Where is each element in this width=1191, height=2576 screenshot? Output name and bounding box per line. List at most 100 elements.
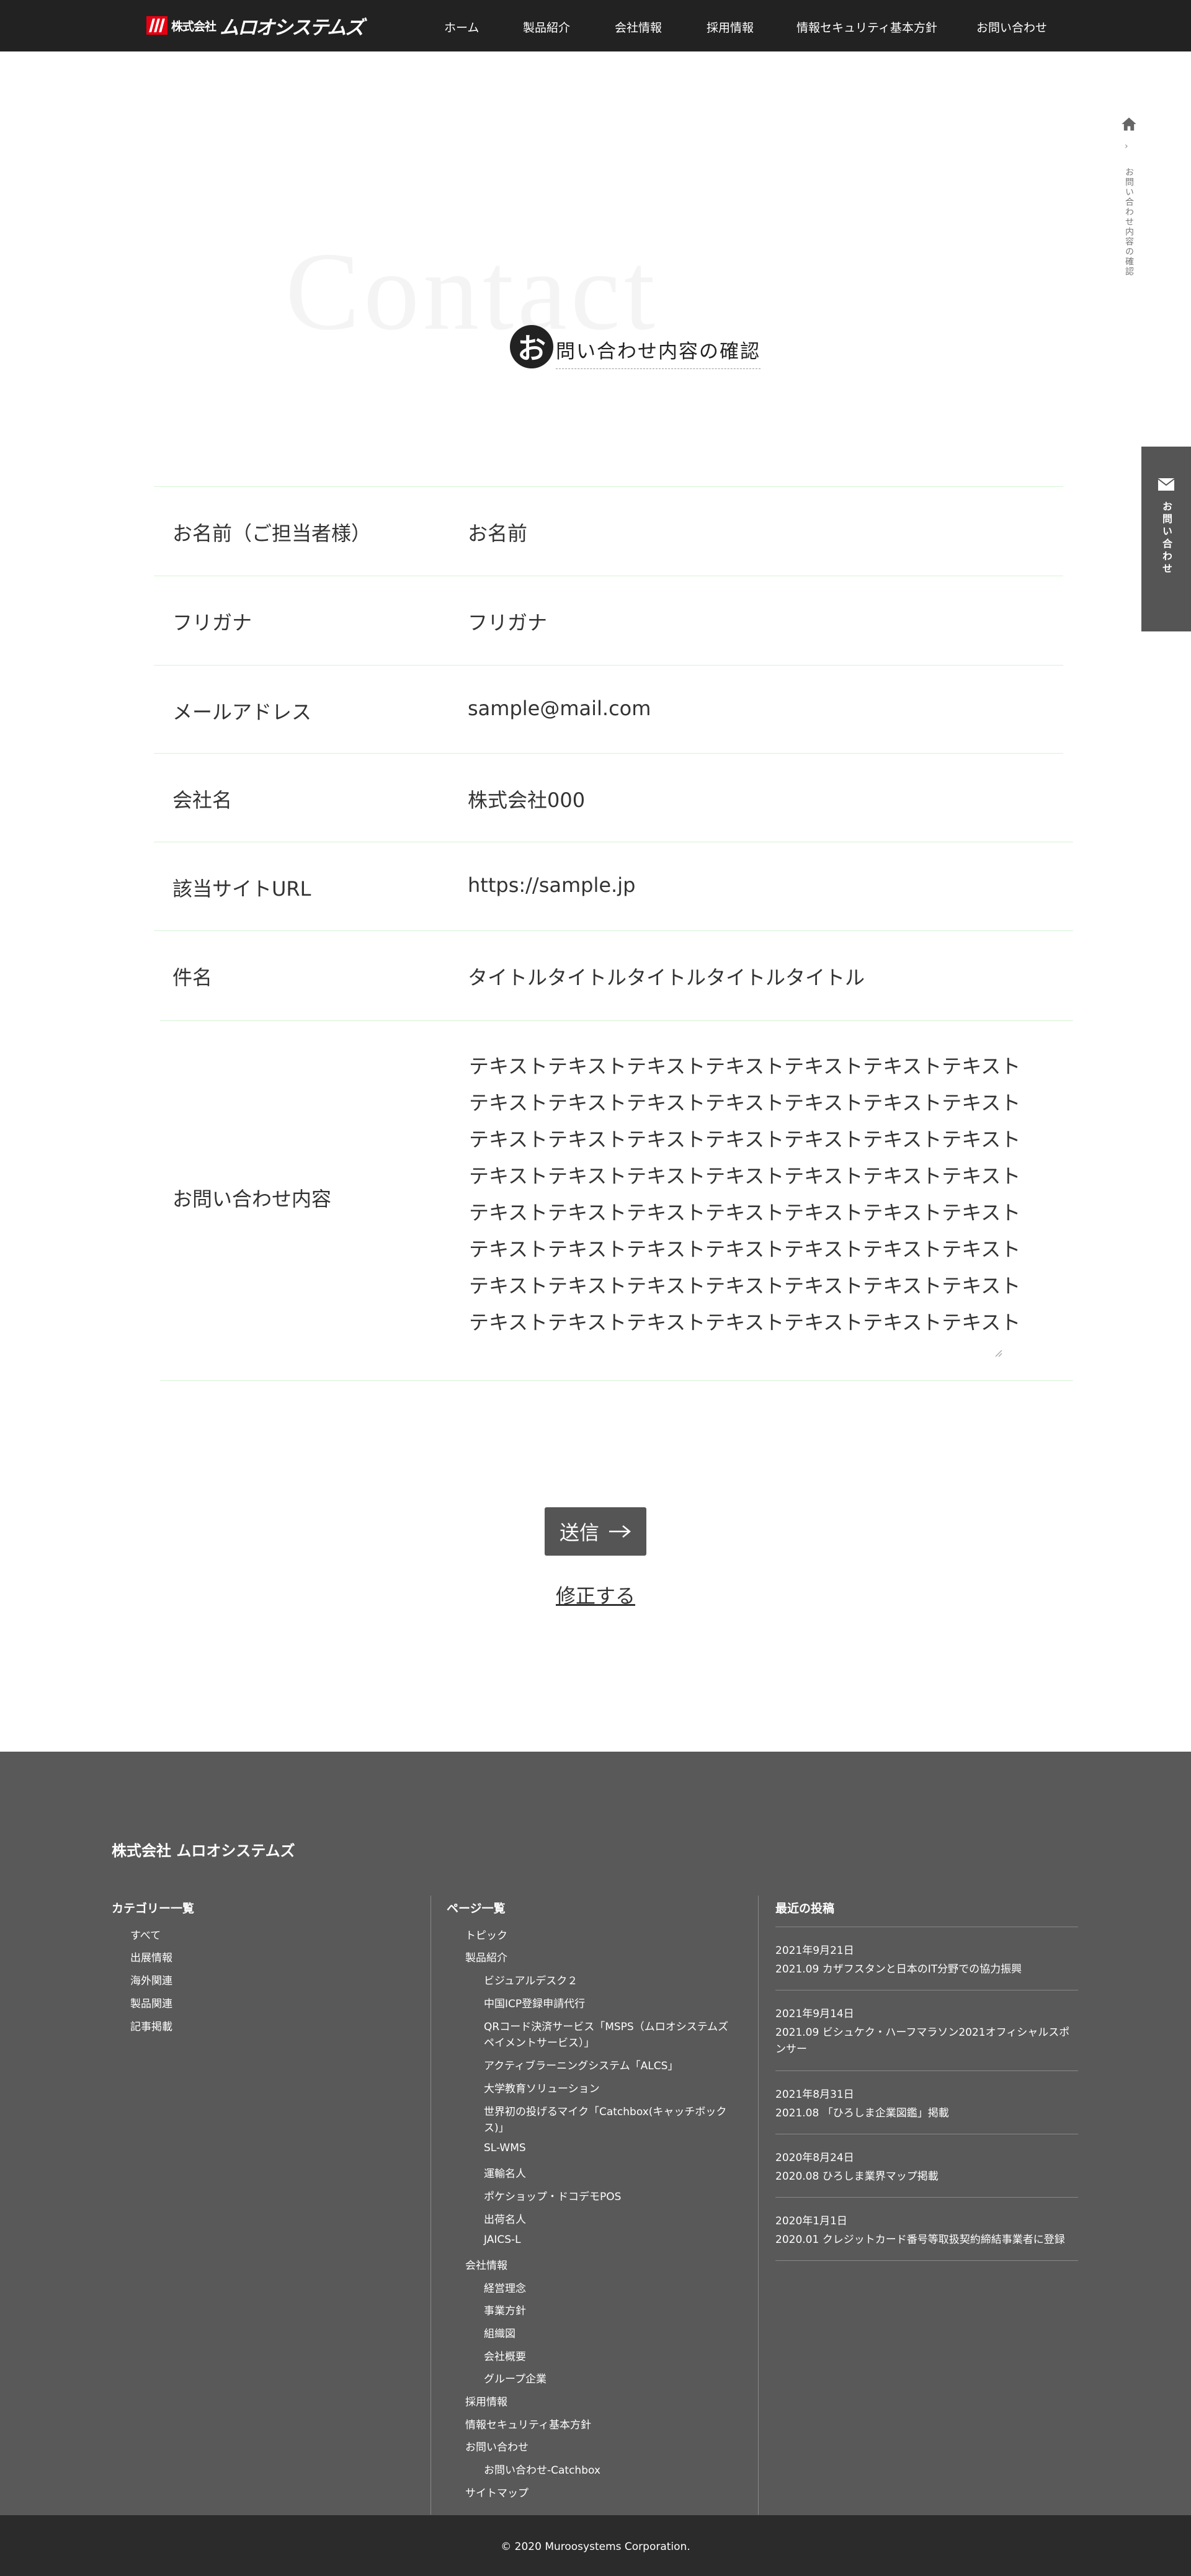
nav-company[interactable]: 会社情報 — [615, 19, 662, 35]
footer-page-link[interactable]: ビジュアルデスク２ — [484, 1972, 578, 1987]
message-line: テキストテキストテキストテキストテキストテキストテキスト — [469, 1164, 1021, 1188]
breadcrumb-separator: › — [1125, 141, 1128, 151]
form-row-email: メールアドレス sample@mail.com — [154, 665, 1063, 753]
post-date: 2021年8月31日 — [775, 2088, 854, 2101]
row-value: 株式会社000 — [468, 788, 586, 812]
footer-page-link[interactable]: 組織図 — [484, 2325, 515, 2340]
row-label: フリガナ — [172, 611, 252, 635]
row-label: メールアドレス — [172, 700, 312, 724]
footer-page-link[interactable]: 大学教育ソリューション — [484, 2080, 600, 2095]
form-row-name: お名前（ご担当者様） お名前 — [154, 486, 1063, 576]
footer-page-link[interactable]: ポケショップ・ドコデモPOS — [484, 2188, 621, 2203]
row-value: タイトルタイトルタイトルタイトルタイトル — [468, 966, 865, 989]
post-title-link[interactable]: 2021.09 カザフスタンと日本のIT分野での協力振興 — [775, 1961, 1078, 1978]
footer-category-link[interactable]: 記事掲載 — [130, 2018, 172, 2033]
footer-page-link[interactable]: SL-WMS — [484, 2142, 526, 2154]
global-nav: ホーム 製品紹介 会社情報 採用情報 情報セキュリティ基本方針 お問い合わせ — [0, 0, 1191, 51]
title-circle-char: お — [510, 325, 553, 368]
message-line: テキストテキストテキストテキストテキストテキストテキスト — [469, 1237, 1021, 1261]
mail-icon — [1158, 478, 1175, 491]
arrow-right-icon — [609, 1525, 631, 1538]
footer-page-link[interactable]: サイトマップ — [465, 2484, 529, 2500]
footer-page-link[interactable]: QRコード決済サービス「MSPS（ムロオシステムズ — [484, 2018, 728, 2033]
copyright-text: © 2020 Muroosystems Corporation. — [501, 2541, 690, 2553]
footer-page-link[interactable]: 製品紹介 — [465, 1949, 507, 1964]
title-text: 問い合わせ内容の確認 — [556, 336, 761, 369]
footer-page-link[interactable]: トピック — [465, 1927, 507, 1942]
footer-page-link[interactable]: 出荷名人 — [484, 2211, 526, 2226]
resize-grip-icon[interactable] — [993, 1347, 1002, 1357]
row-value: お名前 — [468, 522, 528, 545]
footer-page-link[interactable]: 会社概要 — [484, 2348, 526, 2363]
post-date: 2020年8月24日 — [775, 2152, 854, 2164]
post-divider — [775, 2070, 1078, 2071]
message-line: テキストテキストテキストテキストテキストテキストテキスト — [469, 1201, 1021, 1224]
post-date: 2021年9月21日 — [775, 1945, 854, 1957]
post-title-link[interactable]: 2020.01 クレジットカード番号等取扱契約締結事業者に登録 — [775, 2232, 1078, 2248]
footer-categories-heading: カテゴリー一覧 — [112, 1902, 195, 1915]
row-value: https://sample.jp — [468, 873, 636, 897]
footer-page-link[interactable]: 事業方針 — [484, 2302, 526, 2317]
footer-pages-heading: ページ一覧 — [447, 1902, 506, 1915]
post-title-link[interactable]: 2021.08 「ひろしま企業図鑑」掲載 — [775, 2105, 1078, 2122]
message-line: テキストテキストテキストテキストテキストテキストテキスト — [469, 1128, 1021, 1151]
footer-category-link[interactable]: すべて — [130, 1927, 161, 1942]
form-row-subject: 件名 タイトルタイトルタイトルタイトルタイトル — [154, 930, 1073, 1020]
form-row-furigana: フリガナ フリガナ — [154, 576, 1063, 665]
row-label: 該当サイトURL — [172, 877, 311, 901]
footer-page-link[interactable]: 運輸名人 — [484, 2165, 526, 2180]
message-line: テキストテキストテキストテキストテキストテキストテキスト — [469, 1091, 1021, 1115]
message-line: テキストテキストテキストテキストテキストテキストテキスト — [469, 1274, 1021, 1298]
footer-page-link[interactable]: お問い合わせ-Catchbox — [484, 2461, 600, 2477]
footer-page-link[interactable]: 中国ICP登録申請代行 — [484, 1995, 585, 2010]
footer-page-link[interactable]: 会社情報 — [465, 2257, 507, 2272]
footer-divider — [758, 1896, 759, 2515]
side-contact-tab[interactable]: お問い合わせ — [1141, 447, 1191, 631]
form-row-site-url: 該当サイトURL https://sample.jp — [154, 842, 1073, 930]
row-value: sample@mail.com — [468, 697, 651, 720]
fix-link[interactable]: 修正する — [556, 1580, 635, 1609]
footer-page-link[interactable]: ペイメントサービス）」 — [484, 2034, 595, 2049]
nav-contact[interactable]: お問い合わせ — [976, 19, 1047, 35]
row-label: お名前（ご担当者様） — [172, 522, 372, 545]
site-header: 株式会社 ムロオシステムズ ホーム 製品紹介 会社情報 採用情報 情報セキュリテ… — [0, 0, 1191, 51]
footer-page-link[interactable]: ス)」 — [484, 2119, 509, 2134]
footer-divider — [430, 1896, 431, 2515]
post-date: 2020年1月1日 — [775, 2215, 847, 2227]
footer-category-link[interactable]: 出展情報 — [130, 1949, 172, 1964]
footer-page-link[interactable]: お問い合わせ — [465, 2438, 529, 2454]
nav-products[interactable]: 製品紹介 — [523, 19, 570, 35]
footer-page-link[interactable]: アクティブラーニングシステム「ALCS」 — [484, 2057, 678, 2072]
footer-page-link[interactable]: 採用情報 — [465, 2393, 507, 2409]
footer-company-name: 株式会社 ムロオシステムズ — [112, 1842, 295, 1860]
message-text: テキストテキストテキストテキストテキストテキストテキスト テキストテキストテキス… — [469, 1048, 1021, 1341]
footer-category-link[interactable]: 海外関連 — [130, 1972, 172, 1987]
post-title-link[interactable]: 2020.08 ひろしま業界マップ掲載 — [775, 2168, 1078, 2185]
row-label: 件名 — [172, 966, 213, 989]
footer-posts-heading: 最近の投稿 — [775, 1902, 835, 1915]
footer-page-link[interactable]: 世界初の投げるマイク「Catchbox(キャッチボック — [484, 2103, 726, 2118]
row-label: お問い合わせ内容 — [172, 1187, 332, 1211]
nav-recruit[interactable]: 採用情報 — [707, 19, 754, 35]
site-footer: 株式会社 ムロオシステムズ カテゴリー一覧 すべて 出展情報 海外関連 製品関連… — [0, 1752, 1191, 2515]
footer-page-link[interactable]: グループ企業 — [484, 2370, 546, 2386]
post-divider — [775, 2260, 1078, 2261]
form-row-company: 会社名 株式会社000 — [154, 753, 1063, 842]
row-value: フリガナ — [468, 611, 548, 635]
side-contact-label: お問い合わせ — [1161, 501, 1172, 576]
breadcrumb-current: お問い合わせ内容の確認 — [1124, 167, 1134, 277]
footer-page-link[interactable]: JAICS-L — [484, 2234, 521, 2246]
footer-page-link[interactable]: 経営理念 — [484, 2280, 526, 2295]
message-line: テキストテキストテキストテキストテキストテキストテキスト — [469, 1311, 1021, 1334]
nav-home[interactable]: ホーム — [444, 19, 479, 35]
nav-security-policy[interactable]: 情報セキュリティ基本方針 — [796, 19, 937, 35]
post-date: 2021年9月14日 — [775, 2008, 854, 2020]
submit-button[interactable]: 送信 — [545, 1507, 646, 1556]
message-line: テキストテキストテキストテキストテキストテキストテキスト — [469, 1054, 1021, 1078]
footer-page-link[interactable]: 情報セキュリティ基本方針 — [465, 2416, 591, 2431]
page-title: お 問い合わせ内容の確認 — [510, 325, 761, 369]
post-title-link[interactable]: 2021.09 ビシュケク・ハーフマラソン2021オフィシャルスポンサー — [775, 2025, 1078, 2058]
footer-category-link[interactable]: 製品関連 — [130, 1995, 172, 2010]
home-icon[interactable] — [1120, 115, 1138, 133]
submit-button-label: 送信 — [559, 1521, 599, 1544]
